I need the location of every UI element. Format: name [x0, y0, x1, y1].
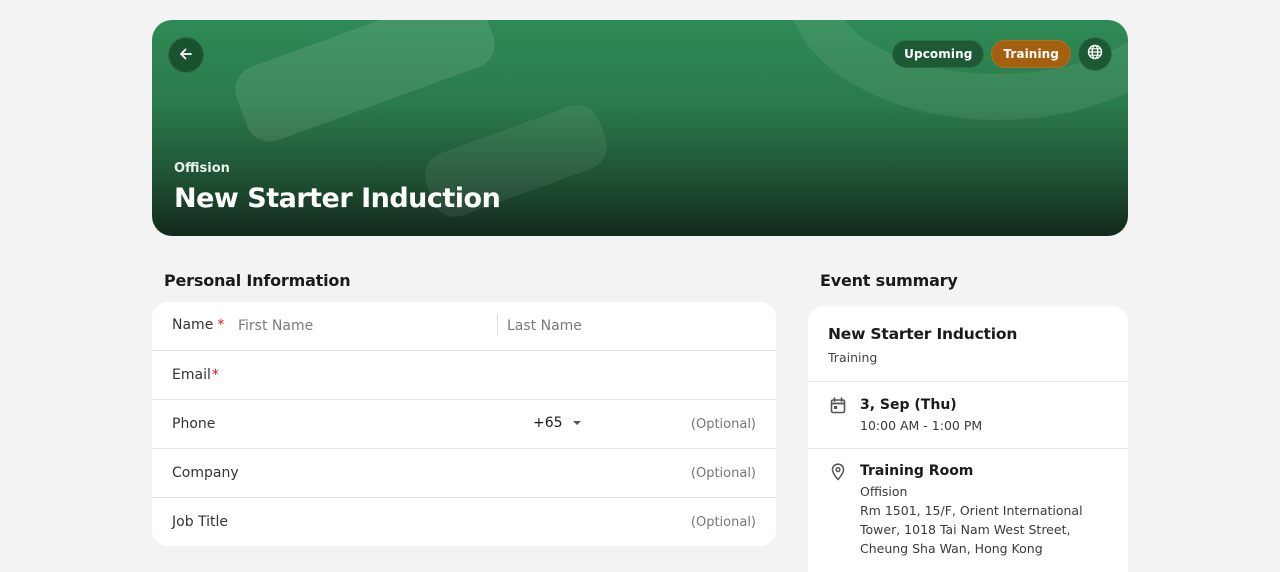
email-label: Email*: [172, 367, 219, 383]
arrow-left-icon: [179, 46, 193, 65]
phone-input[interactable]: [602, 412, 682, 436]
venue-address-line: Rm 1501, 15/F, Orient International: [860, 503, 1083, 518]
venue-name: Training Room: [860, 463, 974, 479]
decorative-shape: [228, 20, 502, 149]
event-date: 3, Sep (Thu): [860, 397, 957, 413]
required-mark: *: [211, 367, 219, 383]
company-row: Company (Optional): [152, 449, 776, 498]
summary-location-section: Training Room Offision Rm 1501, 15/F, Or…: [808, 449, 1128, 572]
name-label: Name *: [172, 317, 225, 333]
optional-hint: (Optional): [690, 417, 756, 432]
last-name-input[interactable]: [507, 314, 757, 338]
job-title-row: Job Title (Optional): [152, 498, 776, 546]
email-input[interactable]: [238, 363, 758, 387]
first-name-input[interactable]: [238, 314, 488, 338]
globe-icon: [1087, 44, 1103, 64]
status-badge: Upcoming: [892, 40, 985, 68]
email-row: Email*: [152, 351, 776, 400]
summary-event-type: Training: [828, 350, 878, 365]
event-title: New Starter Induction: [174, 183, 501, 214]
job-title-label: Job Title: [172, 514, 229, 530]
event-time: 10:00 AM - 1:00 PM: [860, 418, 983, 433]
country-code-value: +65: [533, 415, 563, 431]
company-input[interactable]: [262, 461, 662, 485]
country-code-select[interactable]: +65: [533, 415, 581, 431]
calendar-icon: [829, 396, 847, 414]
language-button[interactable]: [1078, 37, 1112, 71]
event-summary-card: New Starter Induction Training 3, Sep (T…: [808, 306, 1128, 572]
summary-date-section: 3, Sep (Thu) 10:00 AM - 1:00 PM: [808, 382, 1128, 449]
event-summary-heading: Event summary: [820, 271, 958, 290]
job-title-input[interactable]: [262, 510, 662, 534]
venue-address-line: Tower, 1018 Tai Nam West Street,: [860, 522, 1071, 537]
optional-hint: (Optional): [690, 515, 756, 530]
name-divider: [497, 314, 498, 336]
phone-row: Phone +65 (Optional): [152, 400, 776, 449]
caret-down-icon: [572, 421, 581, 425]
organizer-name: Offision: [174, 161, 230, 176]
venue-address-line: Cheung Sha Wan, Hong Kong: [860, 541, 1043, 556]
optional-hint: (Optional): [690, 466, 756, 481]
phone-label: Phone: [172, 416, 216, 432]
event-badges: Upcoming Training: [892, 37, 1112, 71]
venue-organizer: Offision: [860, 484, 908, 499]
location-pin-icon: [829, 463, 847, 481]
name-row: Name *: [152, 302, 776, 351]
personal-info-form: Name* Email* Phone +65 (Optional) Compan…: [152, 302, 776, 546]
summary-event-name: New Starter Induction: [828, 325, 1018, 343]
back-button[interactable]: [168, 37, 204, 73]
required-mark: *: [217, 317, 225, 333]
summary-header: New Starter Induction Training: [808, 306, 1128, 382]
category-badge: Training: [991, 40, 1071, 68]
company-label: Company: [172, 465, 239, 481]
personal-info-heading: Personal Information: [164, 271, 351, 290]
event-hero-banner: Upcoming Training Offision New Starter I…: [152, 20, 1128, 236]
